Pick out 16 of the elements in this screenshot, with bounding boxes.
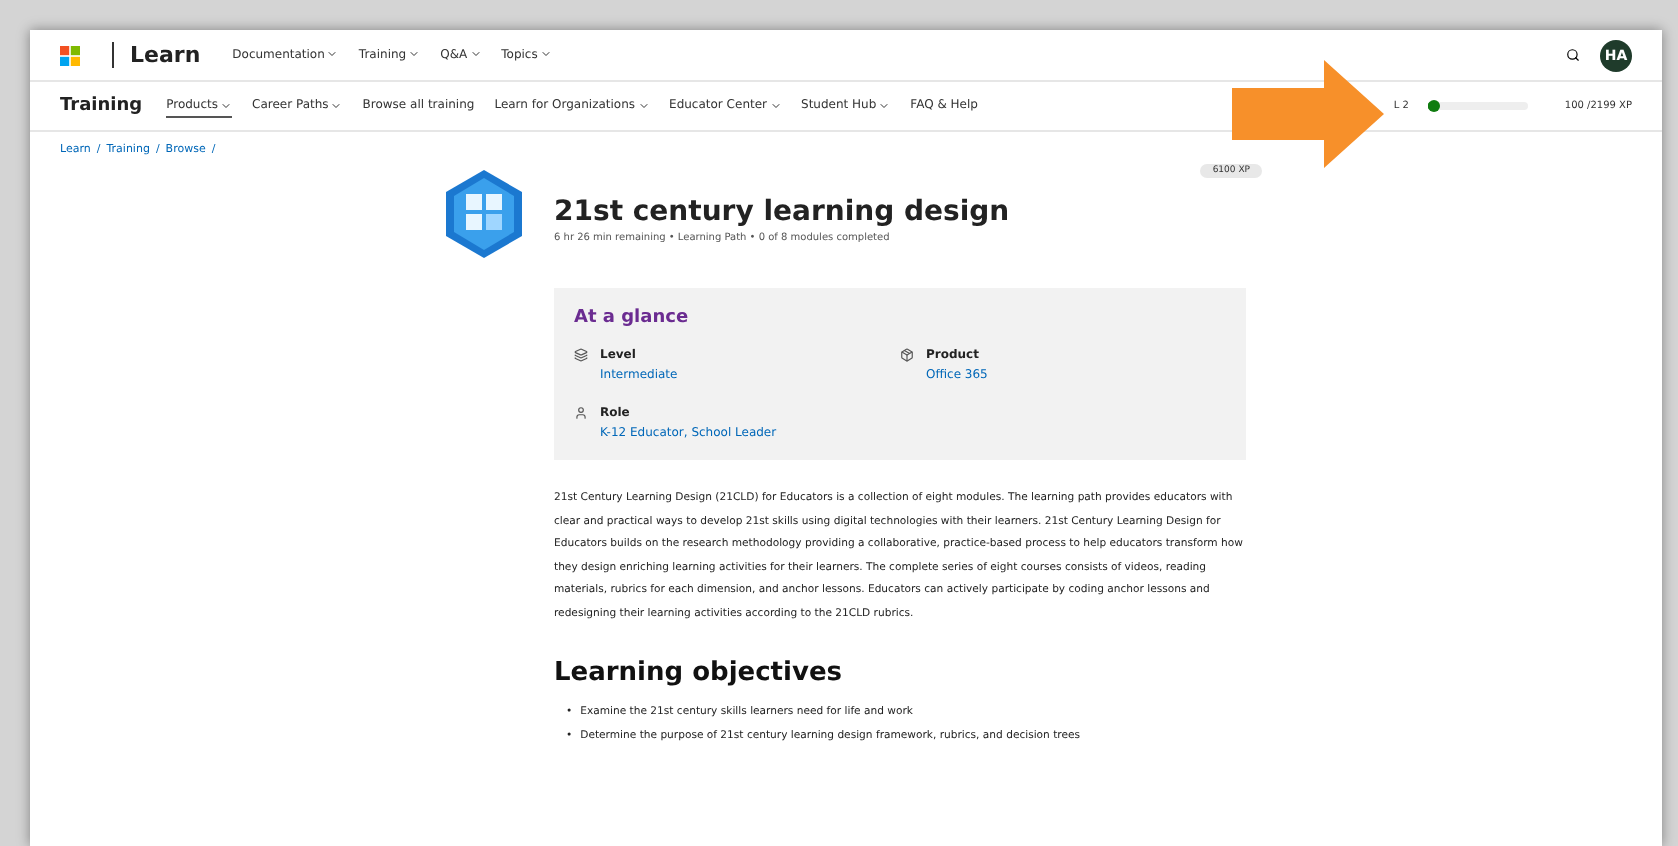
chevron-down-icon	[539, 48, 552, 60]
card-title: At a glance	[574, 308, 691, 328]
chevron-down-icon	[326, 48, 339, 60]
section-title: Training	[60, 96, 143, 116]
logo-icon	[60, 45, 80, 65]
section-heading: Learning objectives	[554, 658, 844, 688]
person-icon	[574, 406, 588, 420]
chevron-down-icon	[469, 48, 482, 60]
layers-icon	[574, 348, 588, 362]
page-title: 21st century learning design	[554, 196, 1010, 228]
brand-name[interactable]: Learn	[112, 42, 201, 68]
cubes-icon	[442, 168, 526, 260]
search-icon[interactable]	[1566, 48, 1580, 62]
box-icon	[900, 348, 914, 362]
chevron-down-icon	[408, 48, 421, 60]
arrow-icon	[1232, 60, 1384, 168]
